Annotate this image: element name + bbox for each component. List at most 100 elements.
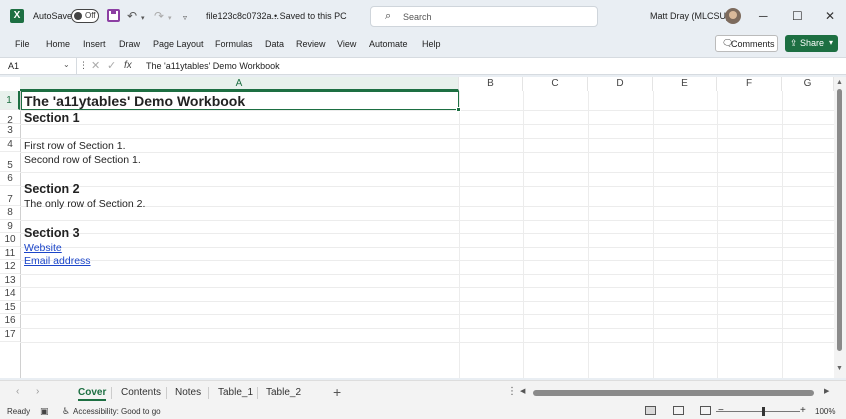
prev-sheet-icon[interactable]: ‹ — [16, 386, 19, 397]
gridline — [20, 124, 834, 125]
horizontal-scroll-thumb[interactable] — [533, 390, 814, 396]
worksheet-grid[interactable]: A B C D E F G 1 2 3 4 5 6 7 8 9 10 11 12… — [0, 77, 846, 378]
row-header-6[interactable]: 6 — [0, 172, 20, 186]
save-icon[interactable] — [107, 9, 120, 22]
zoom-slider[interactable] — [716, 411, 800, 412]
scroll-left-icon[interactable]: ◀ — [520, 387, 525, 395]
row-header-4[interactable]: 4 — [0, 138, 20, 152]
row-header-11[interactable]: 11 — [0, 247, 20, 260]
next-sheet-icon[interactable]: › — [36, 386, 39, 397]
search-input[interactable]: ⌕ Search — [370, 6, 598, 27]
row-header-12[interactable]: 12 — [0, 260, 20, 274]
menu-review[interactable]: Review — [296, 39, 326, 49]
row-header-8[interactable]: 8 — [0, 206, 20, 220]
file-name[interactable]: file123c8c0732a... — [206, 11, 279, 21]
tab-table-2[interactable]: Table_2 — [266, 387, 301, 398]
avatar[interactable] — [725, 8, 741, 24]
row-header-9[interactable]: 9 — [0, 220, 20, 233]
column-header-e[interactable]: E — [653, 77, 717, 91]
cell-a2[interactable]: Section 1 — [24, 111, 80, 125]
redo-icon[interactable]: ↷ — [154, 8, 164, 24]
row-header-1[interactable]: 1 — [0, 91, 20, 110]
row-header-10[interactable]: 10 — [0, 233, 20, 247]
row-header-5[interactable]: 5 — [0, 152, 20, 172]
macro-record-icon[interactable]: ▣ — [40, 406, 49, 417]
tab-cover[interactable]: Cover — [78, 387, 107, 401]
row-header-17[interactable]: 17 — [0, 328, 20, 342]
fill-handle[interactable] — [456, 107, 461, 112]
column-header-c[interactable]: C — [523, 77, 588, 91]
cell-a9-link[interactable]: Email address — [24, 255, 91, 267]
menu-view[interactable]: View — [337, 39, 356, 49]
row-header-13[interactable]: 13 — [0, 274, 20, 287]
menu-formulas[interactable]: Formulas — [215, 39, 253, 49]
column-header-a[interactable]: A — [20, 77, 459, 91]
chevron-down-icon[interactable]: ▾ — [829, 38, 833, 47]
share-button[interactable]: ⇪ Share ▾ — [785, 35, 838, 52]
comments-button[interactable]: 🗨 Comments — [715, 35, 778, 52]
menu-data[interactable]: Data — [265, 39, 284, 49]
autosave-toggle[interactable]: Off — [71, 9, 99, 23]
add-sheet-button[interactable]: + — [333, 384, 341, 400]
vertical-scrollbar[interactable]: ▲ ▼ — [834, 77, 846, 378]
vertical-scroll-thumb[interactable] — [837, 89, 842, 351]
chevron-down-icon[interactable]: ⌄ — [63, 60, 70, 69]
scroll-up-icon[interactable]: ▲ — [836, 79, 843, 86]
horizontal-scrollbar[interactable]: ◀ ▶ — [520, 388, 834, 398]
menu-file[interactable]: File — [15, 39, 30, 49]
undo-dropdown-icon[interactable]: ▾ — [141, 11, 145, 27]
scroll-down-icon[interactable]: ▼ — [836, 365, 843, 372]
minimize-icon[interactable]: ─ — [759, 9, 768, 23]
accessibility-icon[interactable]: ♿ — [62, 406, 70, 417]
cell-a3[interactable]: First row of Section 1. — [24, 140, 126, 152]
more-icon[interactable]: ⋮ — [507, 386, 517, 397]
gridline — [20, 110, 834, 111]
row-header-3[interactable]: 3 — [0, 124, 20, 138]
customize-toolbar-icon[interactable]: ▿ — [183, 10, 187, 26]
menu-home[interactable]: Home — [46, 39, 70, 49]
accessibility-status[interactable]: Accessibility: Good to go — [73, 407, 161, 416]
user-name[interactable]: Matt Dray (MLCSU) — [650, 11, 729, 21]
maximize-icon[interactable]: ☐ — [792, 9, 803, 23]
row-header-15[interactable]: 15 — [0, 301, 20, 314]
insert-function-icon[interactable]: fx — [124, 60, 132, 71]
menu-insert[interactable]: Insert — [83, 39, 106, 49]
column-header-b[interactable]: B — [459, 77, 523, 91]
menu-draw[interactable]: Draw — [119, 39, 140, 49]
column-header-d[interactable]: D — [588, 77, 653, 91]
cancel-icon[interactable]: ✕ — [91, 59, 100, 72]
row-header-7[interactable]: 7 — [0, 186, 20, 206]
name-box[interactable]: A1 ⌄ — [0, 58, 77, 75]
close-icon[interactable]: ✕ — [825, 9, 835, 23]
tab-table-1[interactable]: Table_1 — [218, 387, 253, 398]
zoom-level[interactable]: 100% — [815, 407, 835, 416]
row-header-14[interactable]: 14 — [0, 287, 20, 301]
cell-a6[interactable]: The only row of Section 2. — [24, 198, 145, 210]
cell-a8-link[interactable]: Website — [24, 242, 62, 254]
row-header-16[interactable]: 16 — [0, 314, 20, 328]
tab-contents[interactable]: Contents — [121, 387, 161, 398]
cell-a5[interactable]: Section 2 — [24, 182, 80, 196]
page-layout-view-button[interactable] — [673, 406, 684, 415]
zoom-in-button[interactable]: + — [800, 405, 806, 416]
normal-view-button[interactable] — [645, 406, 656, 415]
zoom-slider-knob[interactable] — [762, 407, 765, 416]
more-icon[interactable]: ⋮ — [79, 60, 88, 71]
menu-page-layout[interactable]: Page Layout — [153, 39, 204, 49]
cell-a7[interactable]: Section 3 — [24, 226, 80, 240]
gridline — [20, 138, 834, 139]
row-header-2[interactable]: 2 — [0, 110, 20, 126]
formula-input[interactable]: The 'a11ytables' Demo Workbook — [146, 61, 280, 71]
redo-dropdown-icon[interactable]: ▾ — [168, 11, 172, 27]
scroll-right-icon[interactable]: ▶ — [824, 387, 829, 395]
column-header-g[interactable]: G — [782, 77, 834, 91]
enter-icon[interactable]: ✓ — [107, 59, 116, 72]
page-break-view-button[interactable] — [700, 406, 711, 415]
save-status[interactable]: • Saved to this PC — [274, 11, 347, 21]
menu-help[interactable]: Help — [422, 39, 441, 49]
menu-automate[interactable]: Automate — [369, 39, 408, 49]
column-header-f[interactable]: F — [717, 77, 782, 91]
undo-icon[interactable]: ↶ — [127, 8, 137, 24]
cell-a4[interactable]: Second row of Section 1. — [24, 154, 141, 166]
tab-notes[interactable]: Notes — [175, 387, 201, 398]
